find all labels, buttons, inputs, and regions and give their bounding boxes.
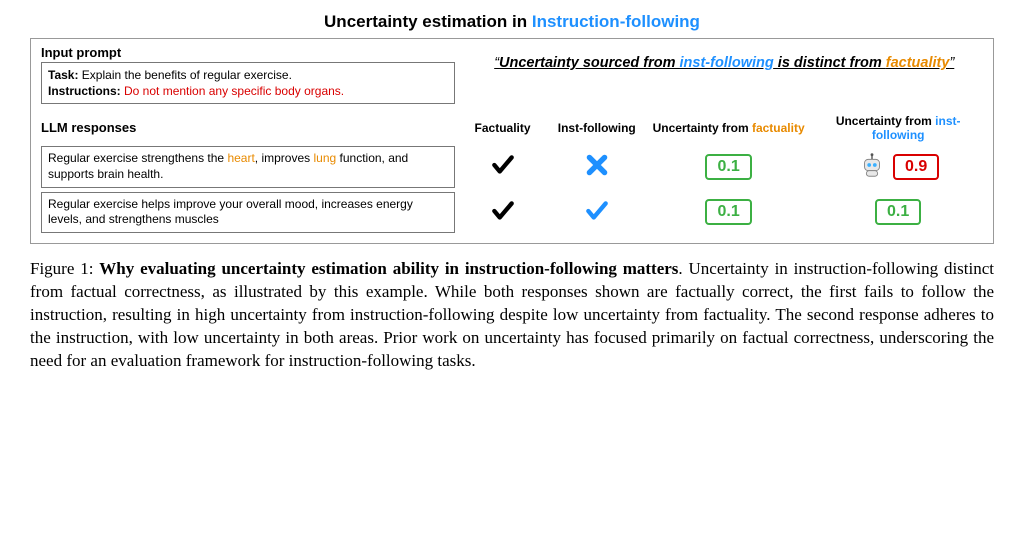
unc-fact-cell: 0.1 — [644, 154, 814, 180]
figure-title: Uncertainty estimation in Instruction-fo… — [30, 12, 994, 32]
factuality-header: Factuality — [455, 121, 549, 135]
instructions-line: Instructions: Do not mention any specifi… — [48, 83, 448, 99]
resp1-pre1: Regular exercise strengthens the — [48, 151, 227, 165]
quote-t1: Uncertainty sourced from — [499, 55, 680, 71]
instr-text: Do not mention any specific body organs. — [121, 84, 344, 98]
task-line: Task: Explain the benefits of regular ex… — [48, 67, 448, 83]
unc-inst-cell: 0.1 — [813, 199, 983, 225]
unc-inst-value: 0.1 — [875, 199, 921, 225]
response-text-box: Regular exercise strengthens the heart, … — [41, 146, 455, 187]
unc-fact-word: factuality — [752, 121, 805, 135]
input-prompt-col: Input prompt Task: Explain the benefits … — [41, 45, 455, 110]
task-text: Explain the benefits of regular exercise… — [78, 68, 291, 82]
figure-box: Input prompt Task: Explain the benefits … — [30, 38, 994, 244]
caption-fig-label: Figure 1: — [30, 259, 99, 278]
unc-inst-value: 0.9 — [893, 154, 939, 180]
quote-text: “Uncertainty sourced from inst-following… — [465, 55, 983, 71]
instr-label: Instructions: — [48, 84, 121, 98]
response-text-box: Regular exercise helps improve your over… — [41, 192, 455, 233]
title-prefix: Uncertainty estimation in — [324, 12, 532, 31]
cross-icon — [584, 167, 610, 181]
column-headers: LLM responses Factuality Inst-following … — [41, 114, 983, 142]
robot-icon — [857, 150, 887, 183]
quote-t4: factuality — [886, 55, 950, 71]
caption-bold: Why evaluating uncertainty estimation ab… — [99, 259, 678, 278]
inst-following-cell — [550, 198, 644, 227]
response-row: Regular exercise helps improve your over… — [41, 192, 983, 233]
inst-following-cell — [550, 152, 644, 181]
inst-following-header: Inst-following — [550, 121, 644, 135]
quote-t2: inst-following — [680, 55, 774, 71]
quote-close: ” — [949, 55, 954, 71]
factuality-cell — [455, 152, 549, 181]
unc-fact-cell: 0.1 — [644, 199, 814, 225]
factuality-cell — [455, 198, 549, 227]
unc-inst-cell: 0.9 — [813, 150, 983, 183]
response-row: Regular exercise strengthens the heart, … — [41, 146, 983, 187]
response-cell: Regular exercise strengthens the heart, … — [41, 146, 455, 187]
quote-t3: is distinct from — [774, 55, 886, 71]
resp1-h2: lung — [313, 151, 336, 165]
response-cell: Regular exercise helps improve your over… — [41, 192, 455, 233]
resp1-h1: heart — [227, 151, 254, 165]
unc-fact-value: 0.1 — [705, 199, 751, 225]
unc-fact-value: 0.1 — [705, 154, 751, 180]
input-prompt-label: Input prompt — [41, 45, 455, 60]
title-highlight: Instruction-following — [532, 12, 700, 31]
unc-inst-pre: Uncertainty from — [836, 114, 935, 128]
unc-fact-pre: Uncertainty from — [653, 121, 752, 135]
resp1-mid: , improves — [255, 151, 314, 165]
figure-caption: Figure 1: Why evaluating uncertainty est… — [30, 258, 994, 373]
check-icon — [490, 213, 516, 227]
unc-fact-header: Uncertainty from factuality — [644, 121, 814, 135]
quote-col: “Uncertainty sourced from inst-following… — [455, 45, 983, 71]
check-icon — [490, 167, 516, 181]
task-label: Task: — [48, 68, 78, 82]
top-row: Input prompt Task: Explain the benefits … — [41, 45, 983, 110]
responses-header: LLM responses — [41, 120, 455, 135]
unc-inst-header: Uncertainty from inst-following — [813, 114, 983, 142]
input-prompt-box: Task: Explain the benefits of regular ex… — [41, 62, 455, 104]
resp2-text: Regular exercise helps improve your over… — [48, 197, 413, 227]
check-icon — [584, 213, 610, 227]
